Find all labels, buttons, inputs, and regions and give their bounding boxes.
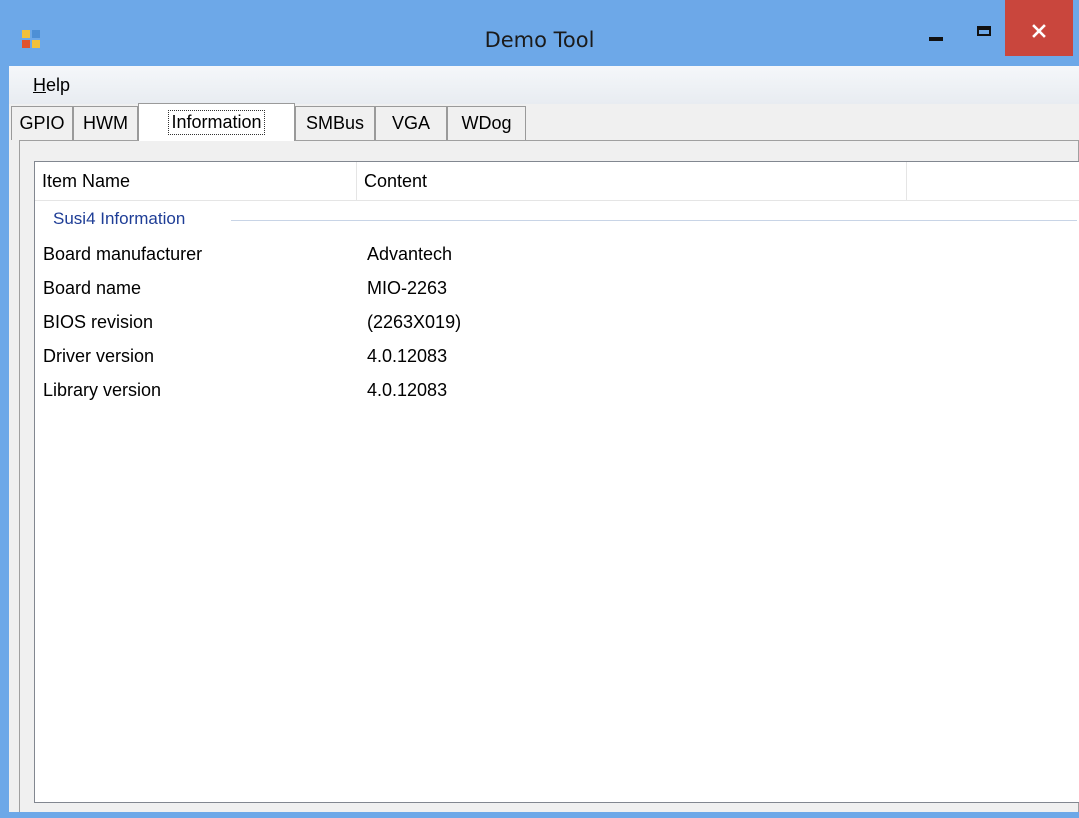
close-button[interactable]: [1005, 0, 1073, 56]
app-window: Demo Tool Help GPIO HWM Information SMBu…: [0, 0, 1079, 818]
menu-help-label: elp: [46, 75, 71, 95]
list-header: Item Name Content: [35, 162, 1079, 201]
information-list[interactable]: Item Name Content Susi4 Information Boar…: [34, 161, 1079, 803]
tab-hwm[interactable]: HWM: [73, 106, 138, 140]
item-content: Advantech: [367, 244, 453, 264]
list-item[interactable]: Driver version 4.0.12083: [35, 340, 1079, 374]
tab-information-label: Information: [168, 110, 265, 135]
list-item[interactable]: Board name MIO-2263: [35, 272, 1079, 306]
item-name: Board name: [43, 278, 142, 298]
column-header-item-name[interactable]: Item Name: [35, 162, 357, 200]
tab-smbus-label: SMBus: [305, 113, 365, 133]
menu-help[interactable]: Help: [33, 75, 70, 96]
tab-page-information: Item Name Content Susi4 Information Boar…: [19, 140, 1079, 818]
item-name: Board manufacturer: [43, 244, 203, 264]
menu-bar: Help: [9, 66, 1079, 104]
tab-smbus[interactable]: SMBus: [295, 106, 375, 140]
tab-wdog-label: WDog: [461, 113, 512, 133]
item-name: Library version: [43, 380, 162, 400]
group-label: Susi4 Information: [53, 209, 186, 228]
tab-gpio-label: GPIO: [19, 113, 65, 133]
tab-hwm-label: HWM: [83, 113, 128, 133]
title-bar[interactable]: Demo Tool: [0, 0, 1079, 66]
column-header-content[interactable]: Content: [357, 162, 907, 200]
tab-vga-label: VGA: [391, 113, 430, 133]
group-divider: [231, 220, 1077, 221]
tab-wdog[interactable]: WDog: [447, 106, 526, 140]
minimize-button[interactable]: [917, 0, 959, 60]
tab-gpio[interactable]: GPIO: [11, 106, 73, 140]
item-content: 4.0.12083: [367, 346, 448, 366]
list-item[interactable]: Board manufacturer Advantech: [35, 238, 1079, 272]
window-bottom-border: [0, 812, 1079, 818]
client-area: Help GPIO HWM Information SMBus VGA WDog…: [9, 66, 1079, 818]
item-content: (2263X019): [367, 312, 462, 332]
tab-vga[interactable]: VGA: [375, 106, 447, 140]
item-name: Driver version: [43, 346, 155, 366]
item-content: 4.0.12083: [367, 380, 448, 400]
list-item[interactable]: Library version 4.0.12083: [35, 374, 1079, 408]
column-header-blank[interactable]: [907, 162, 1079, 200]
item-name: BIOS revision: [43, 312, 154, 332]
tab-information[interactable]: Information: [138, 103, 295, 141]
menu-help-mnemonic: H: [33, 75, 46, 95]
maximize-button[interactable]: [960, 0, 1004, 60]
list-item[interactable]: BIOS revision (2263X019): [35, 306, 1079, 340]
close-icon: [1032, 24, 1046, 38]
item-content: MIO-2263: [367, 278, 448, 298]
group-header[interactable]: Susi4 Information: [35, 202, 1079, 236]
